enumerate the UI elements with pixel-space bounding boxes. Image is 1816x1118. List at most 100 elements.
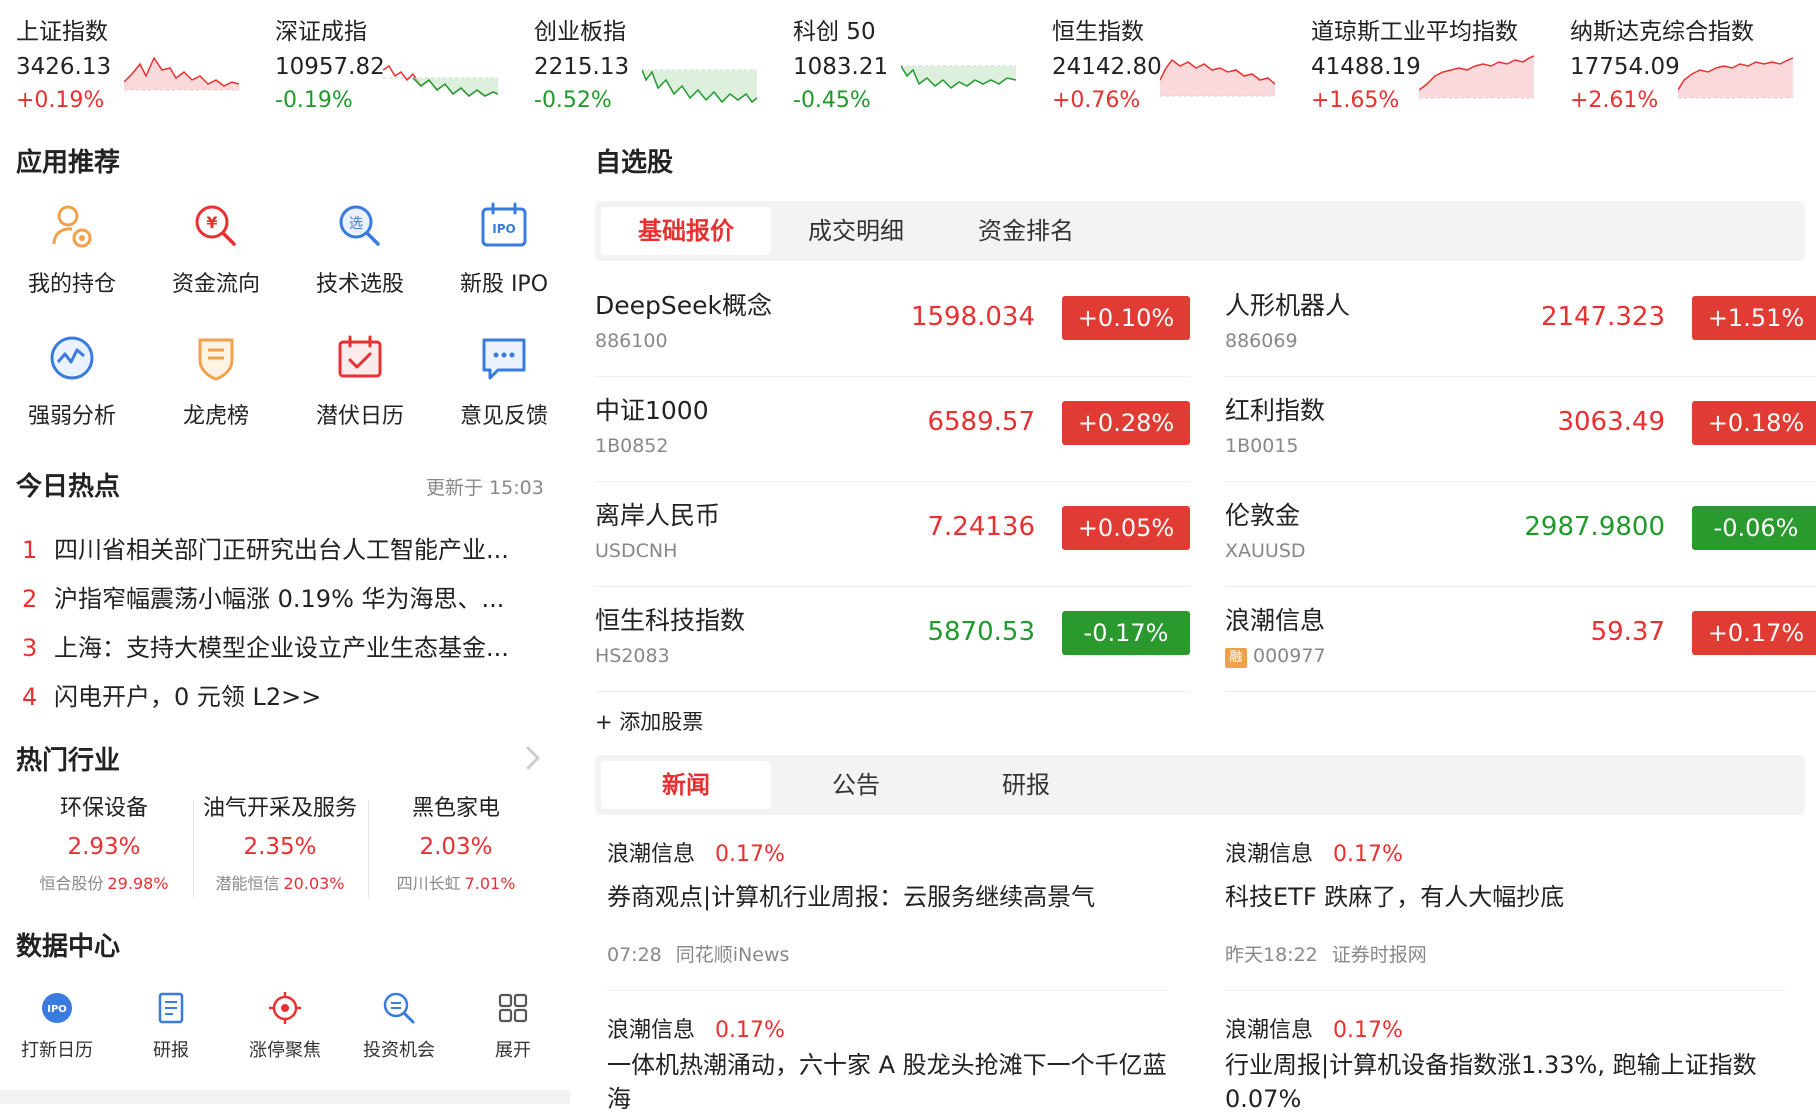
index-card-star50[interactable]: 科创 50 1083.21 -0.45%: [793, 8, 1051, 120]
app-capital-flow[interactable]: ¥ 资金流向: [144, 200, 288, 298]
watchlist-section-title: 自选股: [595, 148, 674, 178]
news-stock-change: 0.17%: [715, 1018, 785, 1043]
hot-rank: 4: [22, 683, 38, 711]
calendar-icon: [338, 335, 382, 378]
dc-label: 涨停聚焦: [249, 1040, 321, 1061]
watchlist-row[interactable]: DeepSeek概念 886100 1598.034 +0.10%: [595, 272, 1190, 377]
news-item[interactable]: 浪潮信息 0.17% 科技ETF 跌麻了，有人大幅抄底 昨天18:22 证券时报网: [1225, 836, 1816, 967]
divider: [1225, 990, 1785, 991]
dc-label: 打新日历: [21, 1040, 93, 1061]
hot-item[interactable]: 4 闪电开户，0 元领 L2>>: [22, 677, 547, 717]
index-change: +2.61%: [1570, 88, 1659, 113]
index-name: 上证指数: [16, 19, 108, 45]
leader-name: 恒合股份: [39, 874, 104, 893]
app-calendar[interactable]: 潜伏日历: [288, 332, 432, 430]
add-stock-button[interactable]: + 添加股票: [595, 706, 703, 736]
index-change: +0.76%: [1052, 88, 1141, 113]
capital-flow-icon: ¥: [195, 205, 236, 246]
app-ipo[interactable]: IPO 新股 IPO: [432, 200, 576, 298]
dc-expand[interactable]: 展开: [456, 990, 570, 1062]
index-card-dowjones[interactable]: 道琼斯工业平均指数 41488.19 +1.65%: [1311, 8, 1569, 120]
index-name: 深证成指: [275, 19, 367, 45]
news-item[interactable]: 浪潮信息 0.17% 券商观点|计算机行业周报：云服务继续高景气 07:28 同花顺…: [607, 836, 1202, 967]
stock-price: 2987.9800: [1524, 512, 1665, 542]
hot-item[interactable]: 1 四川省相关部门正研究出台人工智能产业...: [22, 530, 547, 570]
leader-change: 20.03%: [283, 874, 345, 893]
feedback-icon: [482, 338, 526, 380]
stock-change-badge: +1.51%: [1692, 296, 1816, 340]
investment-opportunity-icon: [383, 992, 415, 1024]
tab-trade-details[interactable]: 成交明细: [771, 207, 941, 255]
index-name: 纳斯达克综合指数: [1570, 19, 1754, 45]
tab-basic-quote[interactable]: 基础报价: [601, 207, 771, 255]
stock-name: 中证1000: [595, 396, 709, 425]
left-bottom-bar: [0, 1090, 570, 1104]
stock-name: 恒生科技指数: [595, 606, 746, 635]
stock-code: HS2083: [595, 645, 670, 667]
divider: [607, 990, 1167, 991]
ipo-calendar-icon: IPO: [42, 993, 72, 1023]
hot-item[interactable]: 2 沪指窄幅震荡小幅涨 0.19% 华为海思、...: [22, 579, 547, 619]
chevron-right-icon[interactable]: [523, 744, 543, 772]
industry-change: 2.35%: [243, 834, 317, 860]
industry-leader: 四川长虹 7.01%: [368, 870, 544, 894]
app-label: 强弱分析: [27, 404, 116, 429]
watchlist-row[interactable]: 红利指数 1B0015 3063.49 +0.18%: [1225, 377, 1816, 482]
index-card-shanghai[interactable]: 上证指数 3426.13 +0.19%: [16, 8, 274, 120]
index-card-hangseng[interactable]: 恒生指数 24142.80 +0.76%: [1052, 8, 1310, 120]
news-stock-change: 0.17%: [1333, 842, 1403, 867]
dc-research-report[interactable]: 研报: [114, 990, 228, 1062]
stock-name: DeepSeek概念: [595, 291, 772, 320]
news-head: 浪潮信息 0.17%: [1225, 1012, 1785, 1044]
svg-text:IPO: IPO: [492, 222, 515, 236]
watchlist-row[interactable]: 人形机器人 886069 2147.323 +1.51%: [1225, 272, 1816, 377]
hot-rank: 3: [22, 634, 38, 662]
watchlist-tabs: 基础报价 成交明细 资金排名: [595, 201, 1805, 261]
index-price: 1083.21: [793, 54, 889, 80]
app-holdings[interactable]: 我的持仓: [0, 200, 144, 298]
app-stock-picker[interactable]: 选 技术选股: [288, 200, 432, 298]
app-label: 资金流向: [171, 272, 260, 297]
tab-research[interactable]: 研报: [941, 761, 1111, 809]
app-label: 潜伏日历: [315, 404, 404, 429]
stock-price: 2147.323: [1540, 302, 1665, 332]
stock-price: 1598.034: [910, 302, 1035, 332]
watchlist-row[interactable]: 离岸人民币 USDCNH 7.24136 +0.05%: [595, 482, 1190, 587]
index-price: 17754.09: [1570, 54, 1680, 80]
app-strength-analysis[interactable]: 强弱分析: [0, 332, 144, 430]
hot-updated-time: 更新于 15:03: [426, 477, 544, 499]
index-price: 41488.19: [1311, 54, 1421, 80]
app-dragon-tiger[interactable]: 龙虎榜: [144, 332, 288, 430]
stock-name: 离岸人民币: [595, 501, 721, 530]
index-card-chinext[interactable]: 创业板指 2215.13 -0.52%: [534, 8, 792, 120]
hot-title: 沪指窄幅震荡小幅涨 0.19% 华为海思、...: [54, 585, 505, 613]
news-head: 浪潮信息 0.17%: [607, 1012, 1167, 1044]
watchlist-row[interactable]: 恒生科技指数 HS2083 5870.53 -0.17%: [595, 587, 1190, 692]
stock-change-badge: +0.17%: [1692, 611, 1816, 655]
news-item[interactable]: 浪潮信息 0.17% 行业周报|计算机设备指数涨1.33%, 跑输上证指数0.07…: [1225, 1012, 1785, 1116]
watchlist-row[interactable]: 伦敦金 XAUUSD 2987.9800 -0.06%: [1225, 482, 1816, 587]
news-time: 07:28: [607, 944, 662, 966]
index-change: -0.52%: [534, 88, 612, 113]
tab-news[interactable]: 新闻: [601, 761, 771, 809]
tab-announcements[interactable]: 公告: [771, 761, 941, 809]
industry-card[interactable]: 环保设备 2.93% 恒合股份 29.98%: [16, 790, 192, 894]
industries-list: 环保设备 2.93% 恒合股份 29.98% 油气开采及服务 2.35% 潜能恒信…: [0, 790, 560, 920]
leader-name: 潜能恒信: [215, 874, 280, 893]
hot-item[interactable]: 3 上海：支持大模型企业设立产业生态基金...: [22, 628, 547, 668]
app-feedback[interactable]: 意见反馈: [432, 332, 576, 430]
tab-capital-ranking[interactable]: 资金排名: [941, 207, 1111, 255]
news-head: 浪潮信息 0.17%: [607, 836, 1202, 868]
dc-ipo-calendar[interactable]: IPO 打新日历: [0, 990, 114, 1062]
watchlist-row[interactable]: 浪潮信息 融 000977 59.37 +0.17%: [1225, 587, 1816, 692]
index-card-shenzhen[interactable]: 深证成指 10957.82 -0.19%: [275, 8, 533, 120]
industry-card[interactable]: 油气开采及服务 2.35% 潜能恒信 20.03%: [192, 790, 368, 894]
dc-investment-opportunity[interactable]: 投资机会: [342, 990, 456, 1062]
dc-label: 投资机会: [363, 1040, 435, 1061]
dc-limit-up-focus[interactable]: 涨停聚焦: [228, 990, 342, 1062]
index-card-nasdaq[interactable]: 纳斯达克综合指数 17754.09 +2.61%: [1570, 8, 1816, 120]
news-item[interactable]: 浪潮信息 0.17% 一体机热潮涌动，六十家 A 股龙头抢滩下一个千亿蓝海: [607, 1012, 1167, 1116]
news-stock-change: 0.17%: [1333, 1018, 1403, 1043]
industry-card[interactable]: 黑色家电 2.03% 四川长虹 7.01%: [368, 790, 544, 894]
watchlist-row[interactable]: 中证1000 1B0852 6589.57 +0.28%: [595, 377, 1190, 482]
